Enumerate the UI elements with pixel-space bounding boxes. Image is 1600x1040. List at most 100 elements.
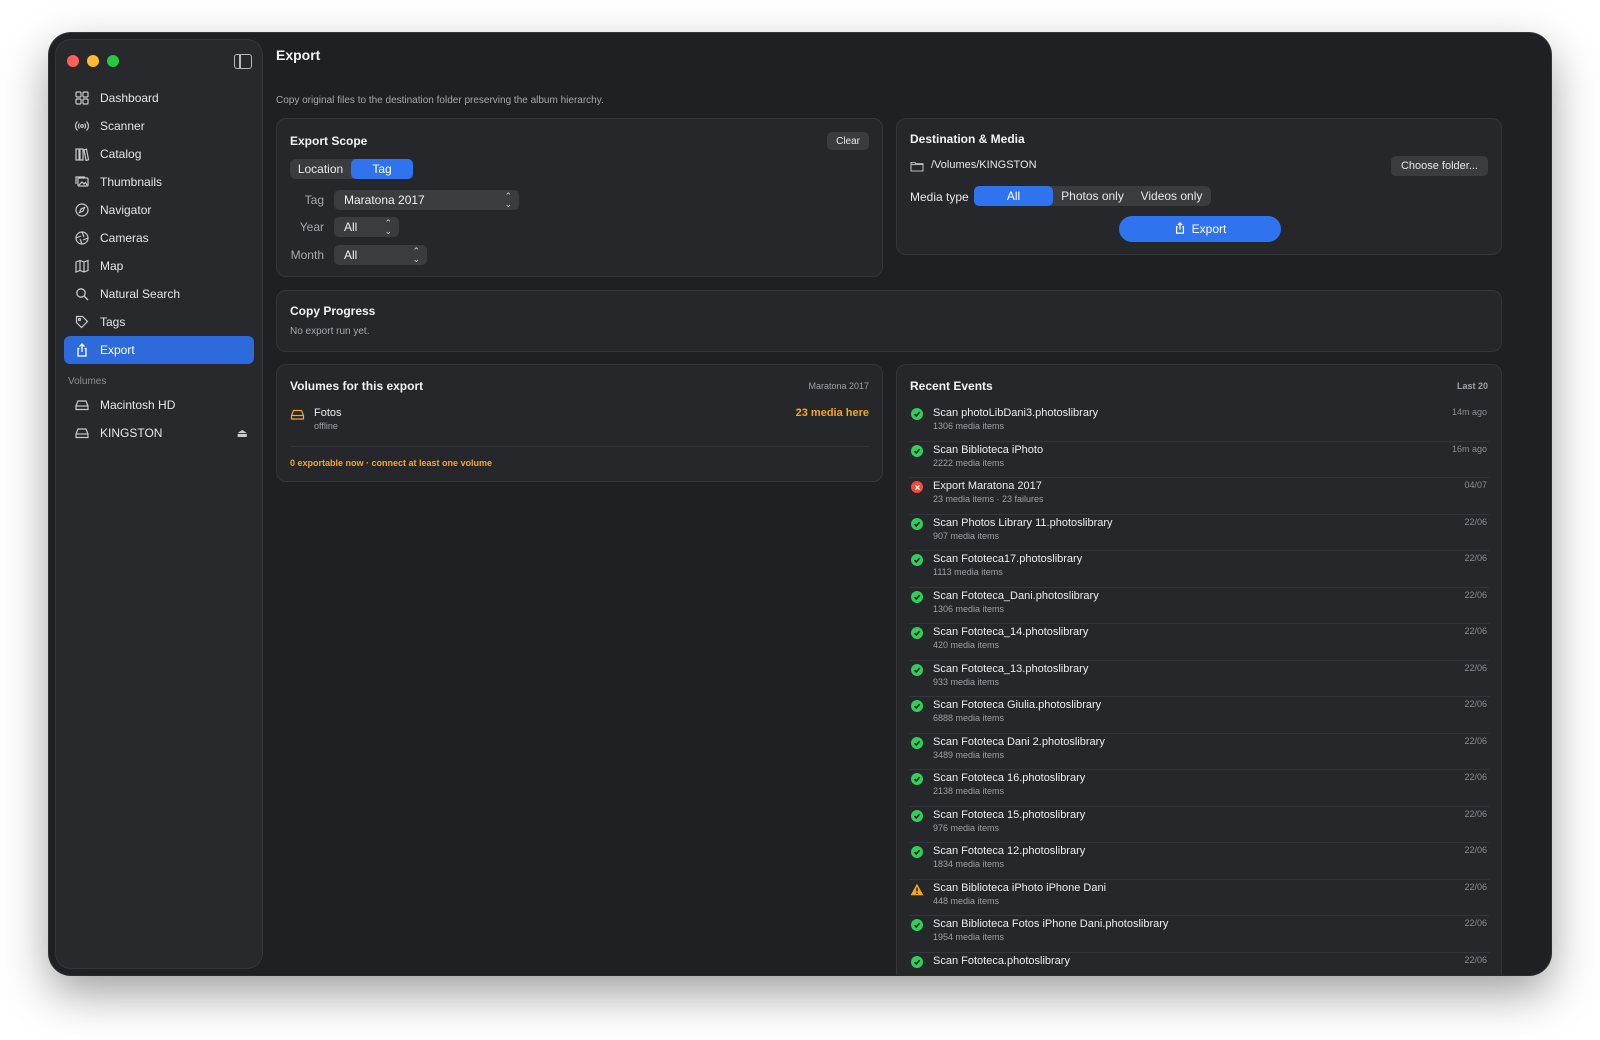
checkmark-circle-icon	[911, 700, 923, 712]
checkmark-circle-icon	[911, 809, 923, 822]
list-item[interactable]: Scan Fototeca_Dani.photoslibrary 1306 med…	[909, 588, 1489, 624]
choose-folder-button[interactable]: Choose folder...	[1390, 156, 1488, 176]
list-item[interactable]: Scan Biblioteca iPhoto 2222 media items 16…	[909, 442, 1489, 478]
sidebar-item-label: KINGSTON	[100, 426, 163, 440]
sidebar-item-label: Catalog	[100, 147, 142, 161]
scope-segmented-control: Location Tag	[290, 159, 413, 179]
drive-icon	[74, 425, 90, 441]
sidebar-item-label: Navigator	[100, 203, 152, 217]
page-title: Export	[276, 47, 321, 63]
chevron-updown-icon: ⌃ ⌄	[384, 218, 392, 236]
events-list: Scan photoLibDani3.photoslibrary 1306 med…	[909, 405, 1489, 975]
aperture-icon	[74, 230, 90, 246]
sidebar-item-label: Map	[100, 259, 124, 273]
event-time: 22/06	[1464, 553, 1487, 563]
segment-tag[interactable]: Tag	[351, 159, 413, 179]
event-subtitle: 2138 media items	[933, 786, 1005, 796]
month-popup[interactable]: All ⌃ ⌄	[334, 245, 427, 265]
volume-name: Fotos	[314, 407, 342, 419]
event-time: 22/06	[1464, 845, 1487, 855]
copy-progress-card: Copy Progress No export run yet.	[276, 290, 1502, 352]
event-subtitle: 1113 media items	[933, 567, 1003, 577]
list-item[interactable]: Scan Fototeca Giulia.photoslibrary 6888 m…	[909, 697, 1489, 734]
sidebar-volume-macintosh-hd[interactable]: Macintosh HD	[64, 391, 254, 419]
event-subtitle: 1834 media items	[933, 859, 1005, 869]
sidebar-item-natural-search[interactable]: Natural Search	[64, 280, 254, 308]
month-popup-value: All	[344, 248, 358, 262]
list-item[interactable]: Scan Fototeca17.photoslibrary 1113 media …	[909, 551, 1489, 588]
list-item[interactable]: Scan Biblioteca iPhoto iPhone Dani 448 me…	[909, 880, 1489, 916]
segment-videos-only[interactable]: Videos only	[1132, 186, 1211, 206]
chevron-updown-icon: ⌃ ⌄	[412, 246, 420, 264]
list-item[interactable]: Scan Fototeca_13.photoslibrary 933 media …	[909, 661, 1489, 697]
event-time: 22/06	[1464, 954, 1487, 965]
sidebar-item-catalog[interactable]: Catalog	[64, 140, 254, 168]
sidebar-item-navigator[interactable]: Navigator	[64, 196, 254, 224]
sidebar-item-cameras[interactable]: Cameras	[64, 224, 254, 252]
sidebar-item-tags[interactable]: Tags	[64, 308, 254, 336]
volume-media-count: 23 media here	[795, 407, 869, 419]
sidebar-item-export[interactable]: Export	[64, 336, 254, 364]
event-time: 22/06	[1464, 516, 1487, 527]
event-subtitle: 6888 media items	[933, 713, 1005, 723]
event-subtitle: 2222 media items	[933, 457, 1005, 468]
event-time: 22/06	[1464, 735, 1487, 746]
year-popup-value: All	[344, 220, 358, 234]
segment-location[interactable]: Location	[290, 159, 351, 179]
list-item[interactable]: Scan Fototeca 15.photoslibrary 976 media …	[909, 807, 1489, 843]
event-title: Scan Fototeca_Dani.photoslibrary	[933, 589, 1099, 602]
sidebar-item-dashboard[interactable]: Dashboard	[64, 84, 254, 112]
segment-photos-only[interactable]: Photos only	[1053, 186, 1132, 206]
year-popup[interactable]: All ⌃ ⌄	[334, 217, 399, 237]
list-item[interactable]: Scan Biblioteca Fotos iPhone Dani.photos…	[909, 916, 1489, 953]
list-item[interactable]: Scan Photos Library 11.photoslibrary 907 …	[909, 515, 1489, 551]
share-icon	[1174, 221, 1186, 237]
event-subtitle: 1306 media items	[933, 421, 1005, 431]
close-window-button[interactable]	[67, 55, 79, 67]
app-window: Dashboard Scanner Catalog Thumbnails Nav…	[49, 33, 1551, 975]
books-icon	[74, 146, 90, 162]
event-subtitle: 907 media items	[933, 530, 1000, 541]
sidebar-item-label: Cameras	[100, 231, 149, 245]
magnifier-icon	[74, 286, 90, 302]
export-button-label: Export	[1191, 222, 1227, 236]
list-item[interactable]: Export Maratona 2017 23 media items · 23 …	[909, 478, 1489, 515]
sidebar-toggle-icon[interactable]	[234, 54, 252, 69]
zoom-window-button[interactable]	[107, 55, 119, 67]
event-time: 22/06	[1464, 699, 1487, 709]
clear-button[interactable]: Clear	[827, 132, 869, 150]
list-item[interactable]: Scan Fototeca 12.photoslibrary 1834 media…	[909, 843, 1489, 880]
segment-all[interactable]: All	[974, 186, 1053, 206]
event-title: Scan Fototeca_13.photoslibrary	[933, 662, 1089, 675]
list-item[interactable]: Scan Fototeca Dani 2.photoslibrary 3489 m…	[909, 734, 1489, 770]
tag-popup[interactable]: Maratona 2017 ⌃ ⌄	[334, 190, 519, 210]
share-icon	[74, 342, 90, 358]
checkmark-circle-icon	[911, 627, 923, 639]
tag-label: Tag	[304, 193, 324, 207]
export-button[interactable]: Export	[1119, 216, 1281, 242]
sidebar-item-label: Dashboard	[100, 91, 159, 105]
export-scope-title: Export Scope	[290, 134, 368, 148]
volumes-card-title: Volumes for this export	[290, 379, 424, 393]
sidebar-item-label: Tags	[100, 315, 126, 329]
event-subtitle: 448 media items	[933, 895, 1000, 906]
list-item[interactable]: Scan Fototeca 16.photoslibrary 2138 media…	[909, 770, 1489, 807]
list-item[interactable]: Scan Fototeca.photoslibrary 22/06	[909, 953, 1489, 976]
year-label: Year	[299, 220, 324, 234]
sidebar-item-map[interactable]: Map	[64, 252, 254, 280]
list-item[interactable]: Scan photoLibDani3.photoslibrary 1306 med…	[909, 405, 1489, 442]
sidebar-volume-kingston[interactable]: KINGSTON ⏏	[64, 419, 254, 447]
sidebar-item-thumbnails[interactable]: Thumbnails	[64, 168, 254, 196]
checkmark-circle-icon	[911, 955, 923, 968]
copy-progress-status: No export run yet.	[290, 326, 370, 337]
error-circle-icon	[911, 481, 923, 493]
chevron-updown-icon: ⌃ ⌄	[504, 191, 512, 209]
event-subtitle: 23 media items · 23 failures	[933, 494, 1044, 504]
sidebar: Dashboard Scanner Catalog Thumbnails Nav…	[55, 39, 263, 969]
sidebar-item-label: Macintosh HD	[100, 398, 176, 412]
recent-events-title: Recent Events	[910, 379, 993, 393]
minimize-window-button[interactable]	[87, 55, 99, 67]
sidebar-item-scanner[interactable]: Scanner	[64, 112, 254, 140]
list-item[interactable]: Scan Fototeca_14.photoslibrary 420 media …	[909, 624, 1489, 661]
eject-icon[interactable]: ⏏	[237, 426, 248, 440]
